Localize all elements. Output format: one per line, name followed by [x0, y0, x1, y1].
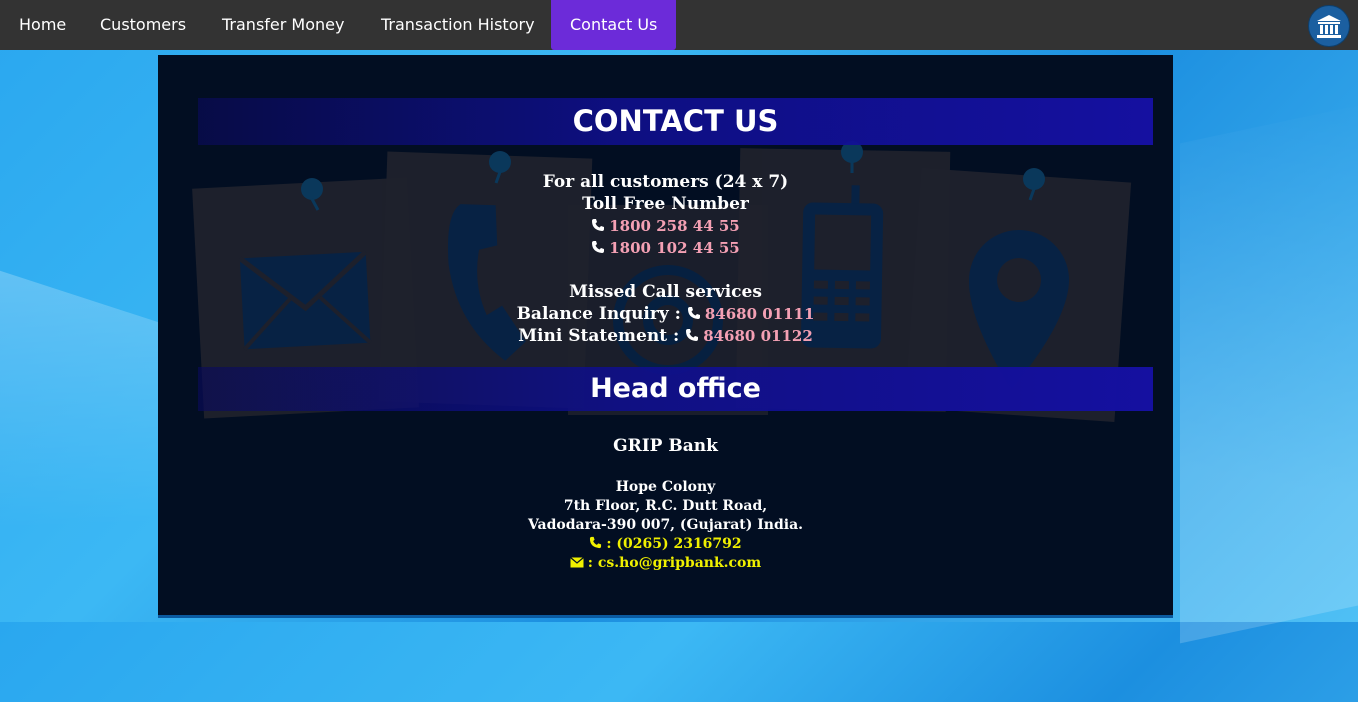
nav-transfer-money[interactable]: Transfer Money [203, 0, 363, 50]
missed-call-label: Missed Call services [569, 282, 762, 302]
nav-contact-us[interactable]: Contact Us [551, 0, 677, 50]
toll-free-number-1-text: 1800 258 44 55 [609, 217, 740, 235]
all-customers-text: For all customers (24 x 7) [542, 172, 789, 192]
toll-free-label: Toll Free Number [582, 194, 749, 214]
mini-statement-number[interactable]: 84680 01122 [703, 327, 813, 345]
mini-statement-label: Mini Statement : [518, 326, 680, 346]
toll-free-number-2-text: 1800 102 44 55 [609, 239, 740, 257]
nav-home[interactable]: Home [0, 0, 85, 50]
office-phone[interactable]: : (0265) 2316792 [158, 535, 1173, 554]
address-line-2: 7th Floor, R.C. Dutt Road, [563, 498, 768, 514]
phone-icon [590, 536, 602, 549]
address-line-1: Hope Colony [615, 479, 716, 495]
envelope-icon [569, 557, 584, 568]
bank-icon [1317, 15, 1341, 38]
bank-logo-button[interactable] [1308, 5, 1350, 47]
balance-inquiry-number[interactable]: 84680 01111 [705, 305, 815, 323]
balance-inquiry-label: Balance Inquiry : [516, 304, 681, 324]
mini-statement-line: Mini Statement : 84680 01122 [158, 325, 1173, 347]
contact-us-heading: CONTACT US [198, 98, 1153, 145]
toll-free-number-2[interactable]: 1800 102 44 55 [158, 237, 1173, 259]
top-navbar: Home Customers Transfer Money Transactio… [0, 0, 1358, 50]
bank-name: GRIP Bank [613, 436, 718, 456]
contact-panel: CONTACT US For all customers (24 x 7) To… [158, 55, 1173, 618]
contact-info: For all customers (24 x 7) Toll Free Num… [158, 171, 1173, 347]
head-office-heading: Head office [198, 367, 1153, 411]
office-email[interactable]: : cs.ho@gripbank.com [158, 554, 1173, 573]
address-line-3: Vadodara-390 007, (Gujarat) India. [527, 517, 804, 533]
balance-inquiry-line: Balance Inquiry : 84680 01111 [158, 303, 1173, 325]
toll-free-number-1[interactable]: 1800 258 44 55 [158, 215, 1173, 237]
office-phone-text: : (0265) 2316792 [606, 536, 742, 552]
phone-icon [592, 241, 605, 253]
phone-icon [687, 307, 700, 319]
phone-icon [592, 219, 605, 231]
nav-transaction-history[interactable]: Transaction History [362, 0, 554, 50]
nav-customers[interactable]: Customers [81, 0, 205, 50]
office-email-text: : cs.ho@gripbank.com [587, 555, 762, 571]
head-office-address: Hope Colony 7th Floor, R.C. Dutt Road, V… [158, 478, 1173, 573]
background-streak [1180, 96, 1358, 644]
phone-icon [686, 329, 699, 341]
